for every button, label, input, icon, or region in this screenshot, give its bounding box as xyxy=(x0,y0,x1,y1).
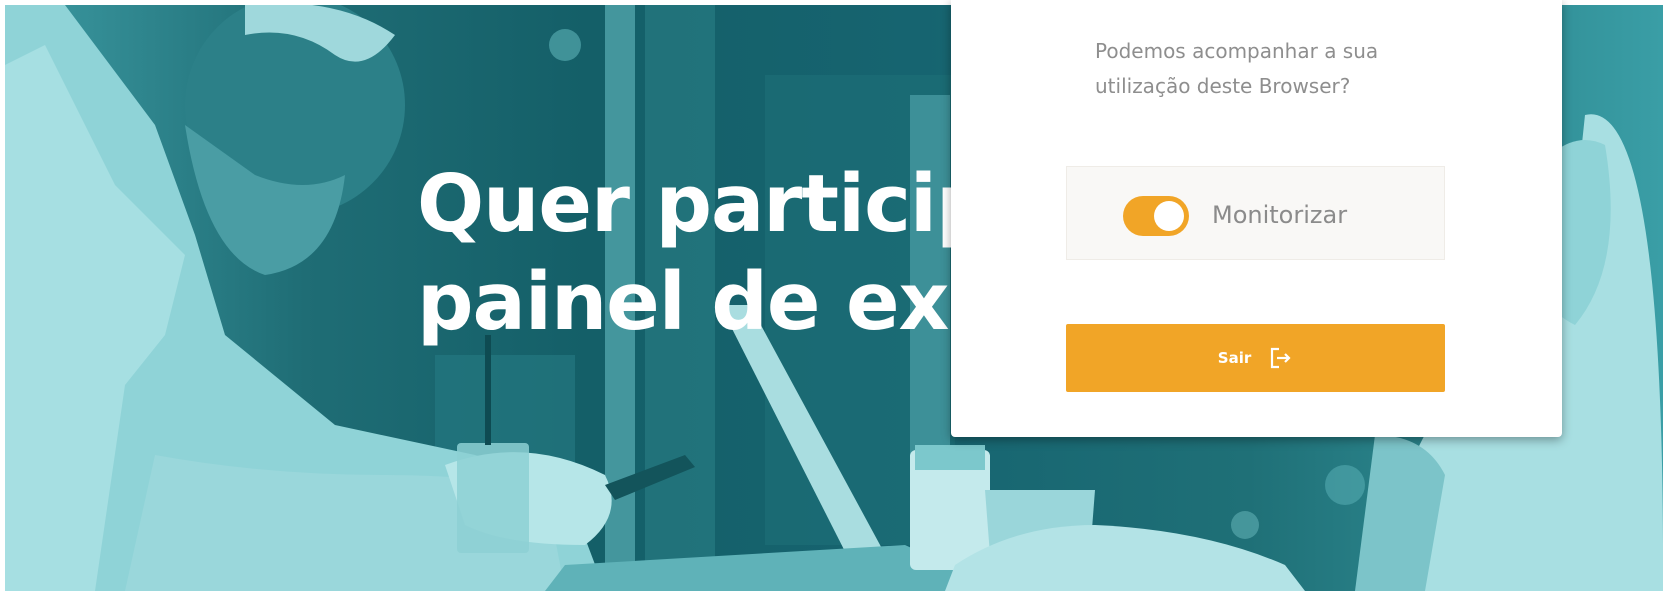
monitor-toggle-panel: Monitorizar xyxy=(1066,166,1445,260)
consent-question: Podemos acompanhar a sua utilização dest… xyxy=(1095,39,1379,98)
hero-title-line-2: painel de exc xyxy=(417,256,995,348)
exit-button[interactable]: Sair xyxy=(1066,324,1445,392)
hero-title: Quer particip painel de exc xyxy=(417,155,995,351)
hero-title-line-1: Quer particip xyxy=(417,158,993,250)
monitor-toggle-label: Monitorizar xyxy=(1212,201,1348,229)
tracking-consent-dialog: Podemos acompanhar a sua utilização dest… xyxy=(951,0,1562,437)
toggle-knob xyxy=(1154,201,1184,231)
monitor-toggle-switch[interactable] xyxy=(1123,196,1189,236)
exit-icon xyxy=(1269,347,1293,369)
exit-button-label: Sair xyxy=(1217,349,1252,367)
